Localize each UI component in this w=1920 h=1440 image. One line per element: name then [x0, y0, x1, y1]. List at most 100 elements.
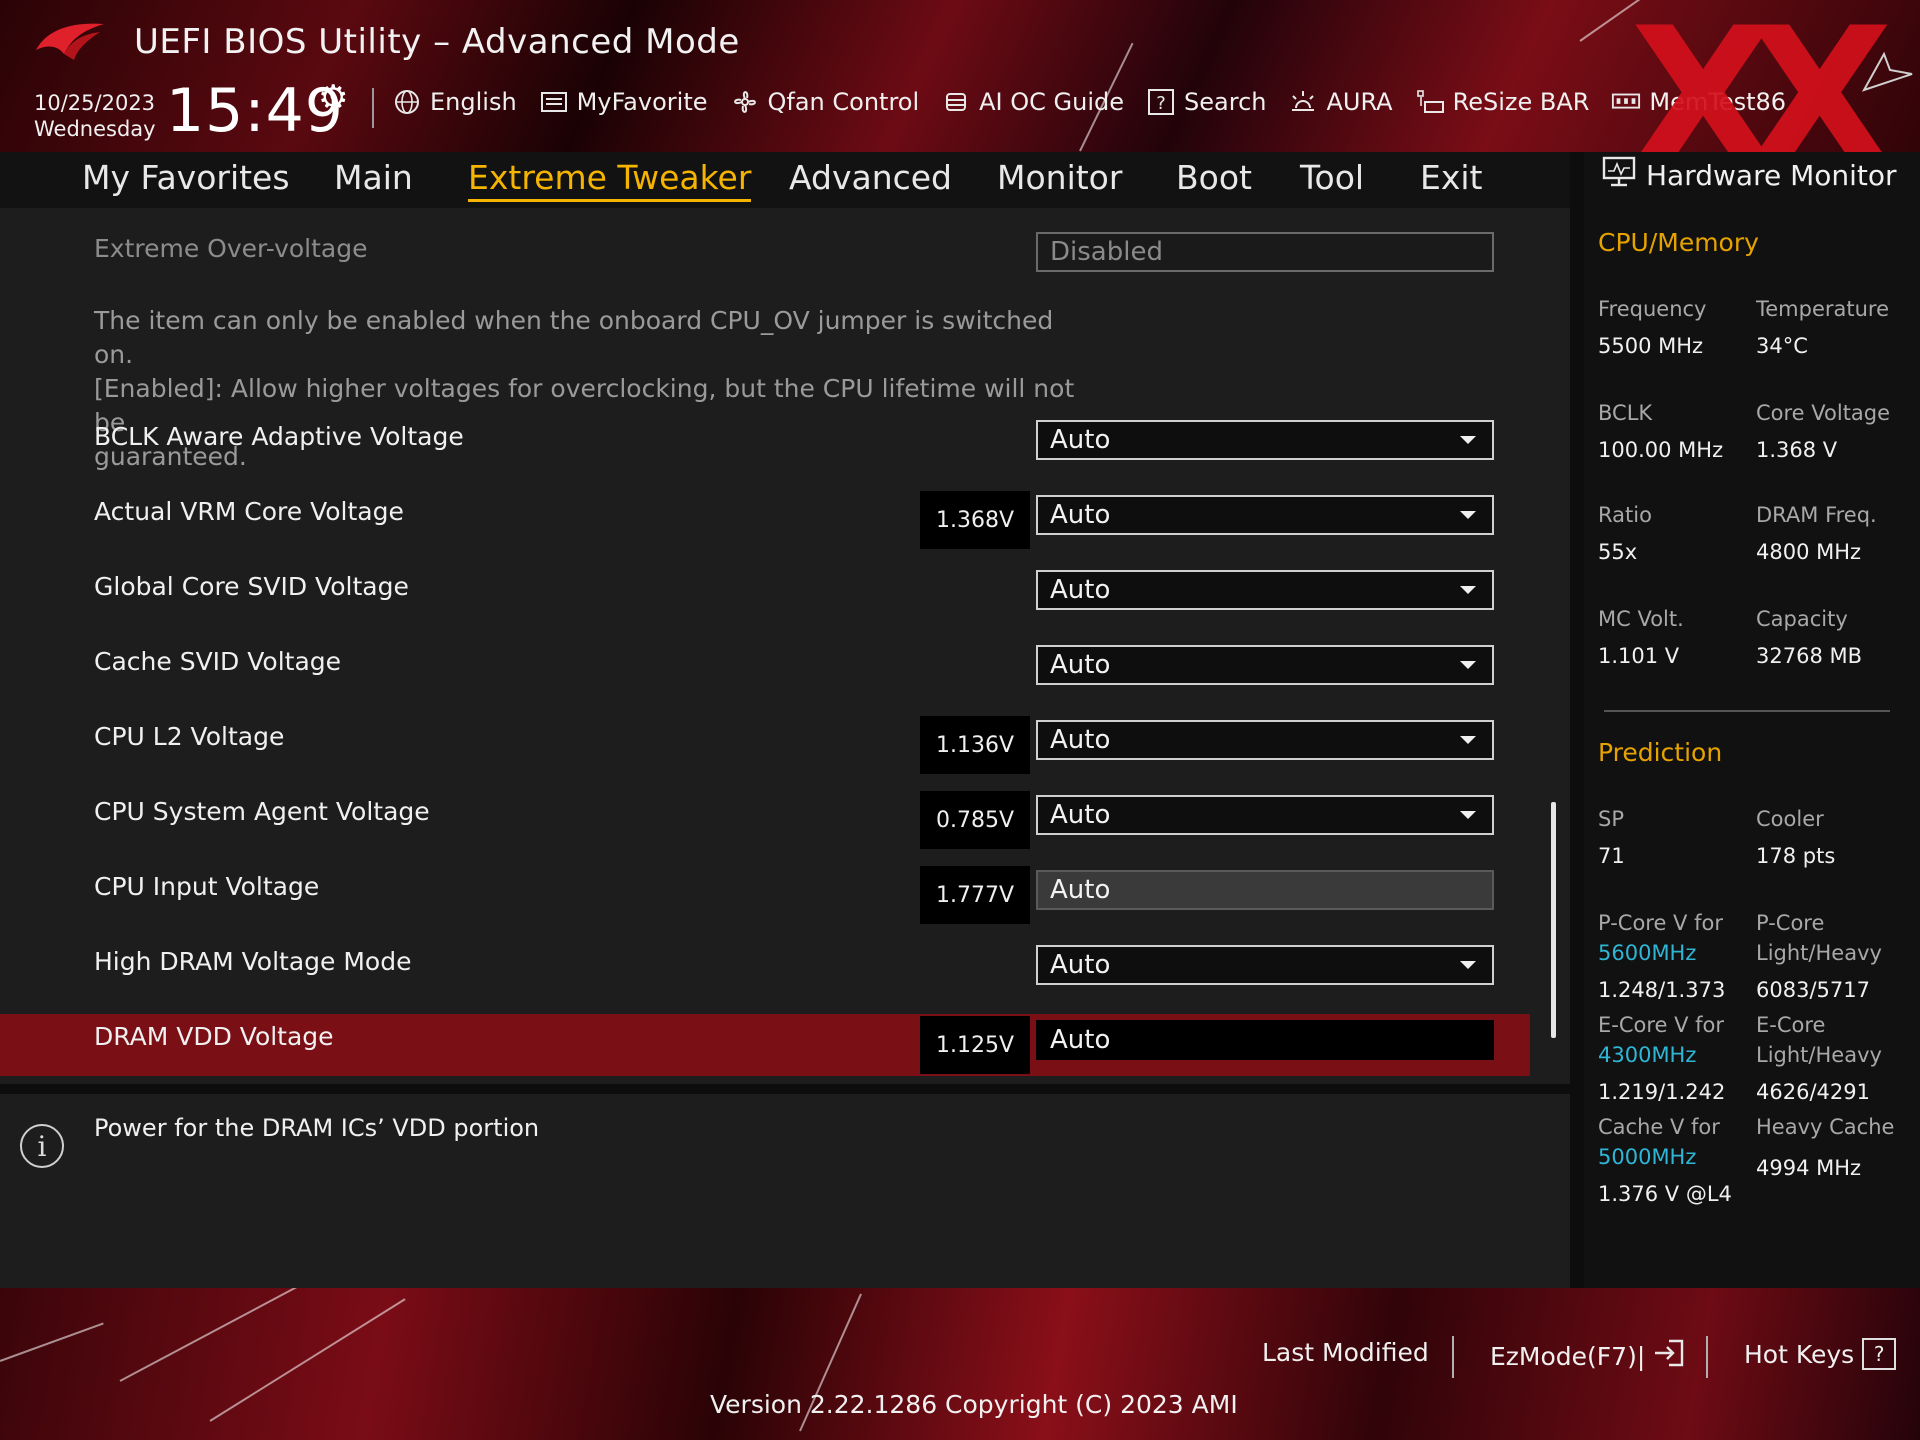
tab-main[interactable]: Main — [334, 158, 413, 197]
toolbar-myfavorite[interactable]: MyFavorite — [539, 88, 708, 116]
date-display: 10/25/2023 Wednesday — [34, 90, 156, 142]
last-modified-label: Last Modified — [1262, 1338, 1429, 1367]
heavy-cache-label: Heavy Cache — [1756, 1115, 1895, 1139]
favorite-list-icon — [539, 88, 569, 116]
weekday-value: Wednesday — [34, 117, 156, 141]
extreme-overvoltage-select: Disabled — [1036, 232, 1494, 272]
pcore-v-label-text: P-Core V for — [1598, 911, 1723, 935]
voltage-reading: 0.785V — [920, 791, 1030, 849]
last-modified-button[interactable]: Last Modified — [1262, 1338, 1429, 1367]
capacity-value: 32768 MB — [1756, 644, 1863, 668]
toolbar-qfan-label: Qfan Control — [767, 88, 920, 116]
sp-label: SP — [1598, 807, 1624, 831]
rog-logo-icon — [34, 20, 106, 64]
high-dram-voltage-mode-select[interactable]: Auto — [1036, 945, 1494, 985]
tab-extreme-tweaker[interactable]: Extreme Tweaker — [468, 158, 752, 202]
cpu-input-voltage-field[interactable]: Auto — [1036, 870, 1494, 910]
mc-volt-value: 1.101 V — [1598, 644, 1680, 668]
tab-advanced[interactable]: Advanced — [789, 158, 952, 197]
aura-light-icon — [1288, 88, 1318, 116]
field-value: Auto — [1050, 1025, 1111, 1055]
settings-scrollbar[interactable] — [1551, 802, 1556, 1038]
tab-monitor[interactable]: Monitor — [997, 158, 1122, 197]
cpu-l2-voltage-label: CPU L2 Voltage — [94, 722, 285, 751]
cpu-l2-voltage-select[interactable]: Auto — [1036, 720, 1494, 760]
cooler-label: Cooler — [1756, 807, 1824, 831]
toolbar-ai-oc-guide-label: AI OC Guide — [979, 88, 1125, 116]
exit-arrow-icon — [1653, 1338, 1685, 1374]
frequency-label: Frequency — [1598, 297, 1707, 321]
svg-text:?: ? — [1156, 93, 1166, 114]
core-voltage-label: Core Voltage — [1756, 401, 1891, 425]
high-dram-voltage-mode-label: High DRAM Voltage Mode — [94, 947, 412, 976]
cache-v-label-text: Cache V for — [1598, 1115, 1720, 1139]
toolbar-aura[interactable]: AURA — [1288, 88, 1393, 116]
toolbar: English MyFavorite Qfan Control AI OC Gu… — [392, 88, 1786, 116]
ecore-v-label: E-Core V for 4300MHz — [1598, 1010, 1724, 1070]
dram-freq-label: DRAM Freq. — [1756, 503, 1877, 527]
help-text: Power for the DRAM ICs’ VDD portion — [94, 1114, 540, 1142]
temperature-label: Temperature — [1756, 297, 1890, 321]
gear-icon[interactable]: ⚙ — [318, 78, 348, 118]
bclk-aware-adaptive-voltage-select[interactable]: Auto — [1036, 420, 1494, 460]
hardware-monitor-header: Hardware Monitor — [1602, 156, 1897, 195]
cache-svid-voltage-label: Cache SVID Voltage — [94, 647, 342, 676]
cache-v-freq: 5000MHz — [1598, 1145, 1697, 1169]
tab-my-favorites[interactable]: My Favorites — [82, 158, 290, 197]
cooler-value: 178 pts — [1756, 844, 1836, 868]
tab-tool[interactable]: Tool — [1300, 158, 1364, 197]
voltage-reading: 1.368V — [920, 491, 1030, 549]
tab-exit[interactable]: Exit — [1420, 158, 1483, 197]
cache-svid-voltage-select[interactable]: Auto — [1036, 645, 1494, 685]
cpu-system-agent-voltage-label: CPU System Agent Voltage — [94, 797, 430, 826]
global-core-svid-voltage-select[interactable]: Auto — [1036, 570, 1494, 610]
dram-freq-value: 4800 MHz — [1756, 540, 1862, 564]
toolbar-resize-bar-label: ReSize BAR — [1452, 88, 1590, 116]
ecore-lh-label: E-Core Light/Heavy — [1756, 1010, 1882, 1070]
select-value: Auto — [1050, 575, 1111, 605]
chevron-down-icon — [1460, 511, 1476, 519]
app-title: UEFI BIOS Utility – Advanced Mode — [134, 22, 740, 62]
hardware-monitor-title: Hardware Monitor — [1646, 159, 1897, 192]
toolbar-language[interactable]: English — [392, 88, 517, 116]
actual-vrm-core-voltage-select[interactable]: Auto — [1036, 495, 1494, 535]
version-text: Version 2.22.1286 Copyright (C) 2023 AMI — [710, 1390, 1238, 1419]
actual-vrm-core-voltage-label: Actual VRM Core Voltage — [94, 497, 404, 526]
cpu-system-agent-voltage-select[interactable]: Auto — [1036, 795, 1494, 835]
ecore-v-label-text: E-Core V for — [1598, 1013, 1725, 1037]
next-arrow-icon[interactable] — [1860, 50, 1916, 102]
section-divider — [1604, 710, 1890, 712]
description-line: The item can only be enabled when the on… — [94, 306, 1054, 369]
dram-vdd-voltage-field[interactable]: Auto — [1036, 1020, 1494, 1060]
hot-keys-button[interactable]: Hot Keys ? — [1744, 1338, 1897, 1370]
help-box-icon: ? — [1862, 1338, 1897, 1370]
ezmode-button[interactable]: EzMode(F7)| — [1490, 1338, 1685, 1374]
toolbar-search[interactable]: ? Search — [1146, 88, 1266, 116]
tab-boot[interactable]: Boot — [1176, 158, 1252, 197]
pcore-lh-label: P-Core Light/Heavy — [1756, 908, 1882, 968]
tab-bar: My Favorites Main Extreme Tweaker Advanc… — [0, 152, 1570, 208]
toolbar-resize-bar[interactable]: ReSize BAR — [1415, 88, 1590, 116]
header-divider — [372, 88, 374, 128]
chevron-down-icon — [1460, 436, 1476, 444]
chevron-down-icon — [1460, 961, 1476, 969]
select-value: Auto — [1050, 950, 1111, 980]
info-icon: i — [20, 1124, 64, 1168]
ecore-lh-label-2: Light/Heavy — [1756, 1043, 1882, 1067]
heavy-cache-value: 4994 MHz — [1756, 1156, 1862, 1180]
pcore-v-label: P-Core V for 5600MHz — [1598, 908, 1723, 968]
prediction-section-title: Prediction — [1598, 738, 1723, 767]
date-value: 10/25/2023 — [34, 91, 156, 115]
chevron-down-icon — [1460, 661, 1476, 669]
cpu-input-voltage-label: CPU Input Voltage — [94, 872, 320, 901]
ezmode-label: EzMode(F7)| — [1490, 1341, 1646, 1371]
chevron-down-icon — [1460, 736, 1476, 744]
toolbar-aura-label: AURA — [1326, 88, 1393, 116]
toolbar-qfan[interactable]: Qfan Control — [730, 88, 920, 116]
monitor-icon — [1602, 156, 1636, 195]
cache-v-value: 1.376 V @L4 — [1598, 1182, 1732, 1206]
toolbar-ai-oc-guide[interactable]: AI OC Guide — [941, 88, 1124, 116]
pcore-lh-value: 6083/5717 — [1756, 978, 1870, 1002]
settings-panel: Extreme Over-voltage Disabled The item c… — [0, 208, 1570, 1084]
select-value: Auto — [1050, 725, 1111, 755]
